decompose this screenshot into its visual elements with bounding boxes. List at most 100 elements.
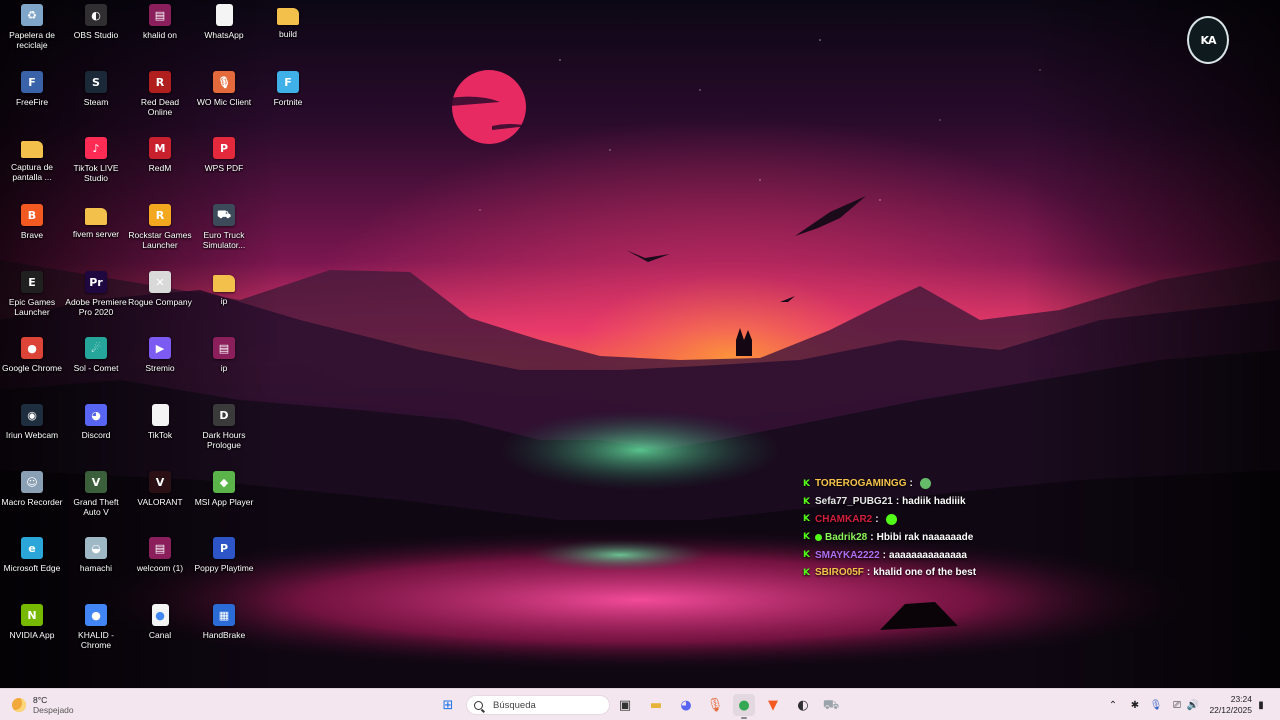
ets-icon: ⛟ bbox=[213, 204, 235, 226]
desktop-icon[interactable]: V Grand Theft Auto V bbox=[64, 467, 128, 529]
chrome-taskbar-button[interactable]: ● bbox=[733, 694, 755, 719]
desktop-icon-label: WPS PDF bbox=[204, 163, 244, 173]
desktop-icon[interactable]: P Poppy Playtime bbox=[192, 533, 256, 595]
chat-username: TOREROGAMINGG bbox=[815, 478, 907, 490]
network-icon[interactable]: ⎚ bbox=[1170, 694, 1184, 716]
desktop-icon[interactable]: ♪ TikTok LIVE Studio bbox=[64, 133, 128, 195]
volume-icon[interactable]: 🔊 bbox=[1186, 694, 1200, 716]
clock-date: 22/12/2025 bbox=[1209, 705, 1252, 715]
desktop-icon[interactable]: N NVIDIA App bbox=[0, 600, 64, 662]
start-button[interactable]: ⊞ bbox=[437, 694, 459, 716]
handbrake-icon: ▦ bbox=[213, 604, 235, 626]
winrar-icon: ▤ bbox=[213, 337, 235, 359]
chat-separator: : bbox=[895, 496, 900, 508]
desktop-icon-label: OBS Studio bbox=[73, 30, 119, 40]
discord-taskbar-button[interactable]: ◕ bbox=[675, 694, 697, 716]
desktop-icon[interactable]: e Microsoft Edge bbox=[0, 533, 64, 595]
notification-icon[interactable]: ▮ bbox=[1255, 694, 1267, 716]
desktop-icon[interactable]: V VALORANT bbox=[128, 467, 192, 529]
desktop-icon[interactable]: ◉ Iriun Webcam bbox=[0, 400, 64, 462]
desktop-icon[interactable]: R Red Dead Online bbox=[128, 67, 192, 129]
desktop-icon[interactable]: build bbox=[256, 0, 320, 62]
desktop-icon[interactable]: ▤ ip bbox=[192, 333, 256, 395]
mic-icon: 🎙 bbox=[213, 71, 235, 93]
desktop-icon[interactable]: 🎙 WO Mic Client bbox=[192, 67, 256, 129]
desktop-icon[interactable]: ◒ hamachi bbox=[64, 533, 128, 595]
chrome-icon: ● bbox=[21, 337, 43, 359]
file-explorer-button[interactable]: ▬ bbox=[645, 694, 667, 716]
task-view-button[interactable]: ▣ bbox=[614, 694, 636, 716]
desktop-icon[interactable]: ● Google Chrome bbox=[0, 333, 64, 395]
desktop-icon[interactable]: Pr Adobe Premiere Pro 2020 bbox=[64, 267, 128, 329]
desktop-icon-label: ip bbox=[220, 296, 228, 306]
search-input[interactable] bbox=[491, 698, 605, 712]
desktop-icon-label: Brave bbox=[20, 230, 44, 240]
ets-taskbar-icon: ⛟ bbox=[822, 697, 840, 713]
desktop-icon[interactable]: ● KHALID - Chrome bbox=[64, 600, 128, 662]
desktop-icon[interactable]: D Dark Hours Prologue bbox=[192, 400, 256, 462]
desktop-icon[interactable]: ◐ OBS Studio bbox=[64, 0, 128, 62]
file-icon bbox=[151, 404, 169, 426]
desktop-icon-label: Discord bbox=[81, 430, 111, 440]
desktop-icon[interactable]: F Fortnite bbox=[256, 67, 320, 129]
weather-temperature: 8°C bbox=[33, 695, 48, 705]
taskbar-search[interactable] bbox=[466, 695, 610, 715]
wps-pdf-icon: P bbox=[213, 137, 235, 159]
desktop-icon[interactable]: M RedM bbox=[128, 133, 192, 195]
desktop-icon-label: Dark Hours Prologue bbox=[202, 430, 246, 450]
premiere-icon: Pr bbox=[85, 271, 107, 293]
poppy-icon: P bbox=[213, 537, 235, 559]
desktop-icon[interactable]: ▶ Stremio bbox=[128, 333, 192, 395]
fortnite-icon: F bbox=[277, 71, 299, 93]
chat-username: CHAMKAR2 bbox=[815, 513, 873, 525]
desktop-icon[interactable]: F FreeFire bbox=[0, 67, 64, 129]
desktop-icon-label: build bbox=[279, 29, 297, 39]
obs-taskbar-button[interactable]: ◐ bbox=[792, 694, 814, 716]
ets-taskbar-button[interactable]: ⛟ bbox=[820, 694, 842, 716]
wo-mic-taskbar-button[interactable]: 🎙 bbox=[704, 694, 726, 716]
desktop-icon[interactable]: ◆ MSI App Player bbox=[192, 467, 256, 529]
desktop-icon[interactable]: S Steam bbox=[64, 67, 128, 129]
desktop-icon-label: HandBrake bbox=[202, 630, 246, 640]
desktop-icon[interactable]: ⛟ Euro Truck Simulator... bbox=[192, 200, 256, 262]
desktop-icon[interactable]: ▤ khalid on bbox=[128, 0, 192, 62]
desktop-icon[interactable]: fivem server bbox=[64, 200, 128, 262]
desktop-icon[interactable]: R Rockstar Games Launcher bbox=[128, 200, 192, 262]
brave-taskbar-button[interactable]: ▼ bbox=[762, 694, 784, 716]
chat-text: aaaaaaaaaaaaaa bbox=[889, 549, 967, 561]
desktop-icon[interactable]: ◕ Discord bbox=[64, 400, 128, 462]
desktop-icon[interactable]: E Epic Games Launcher bbox=[0, 267, 64, 329]
chat-message: K Badrik28: Hbibi rak naaaaaade bbox=[803, 528, 1043, 546]
folder-icon bbox=[213, 275, 235, 292]
desktop-icon-label: Google Chrome bbox=[1, 363, 62, 373]
desktop-icon[interactable]: ● Canal bbox=[128, 600, 192, 662]
desktop-icon[interactable]: ▦ HandBrake bbox=[192, 600, 256, 662]
chat-separator: : bbox=[870, 531, 874, 543]
taskbar-clock[interactable]: 23:24 22/12/2025 bbox=[1206, 694, 1252, 716]
chat-emote-icon bbox=[919, 478, 931, 490]
desktop-icon[interactable]: TikTok bbox=[128, 400, 192, 462]
desktop-icon[interactable]: Captura de pantalla ... bbox=[0, 133, 64, 195]
desktop-icon[interactable]: ♻ Papelera de reciclaje bbox=[0, 0, 64, 62]
winrar-icon: ▤ bbox=[149, 537, 171, 559]
desktop-icon[interactable]: ☄ Sol - Comet bbox=[64, 333, 128, 395]
show-hidden-icons-chevron-icon[interactable]: ⌃ bbox=[1106, 694, 1120, 716]
tray-settings-icon[interactable]: ✱ bbox=[1128, 694, 1142, 716]
chat-emote-icon bbox=[885, 513, 897, 525]
desktop-icon[interactable]: P WPS PDF bbox=[192, 133, 256, 195]
desktop-icon[interactable]: ✕ Rogue Company bbox=[128, 267, 192, 329]
chat-separator: : bbox=[909, 478, 913, 490]
desktop-icon-label: Poppy Playtime bbox=[194, 563, 254, 573]
file-explorer-icon: ▬ bbox=[649, 697, 663, 713]
hamachi-icon: ◒ bbox=[85, 537, 107, 559]
desktop-icon[interactable]: ☺ Macro Recorder bbox=[0, 467, 64, 529]
stream-chat-overlay: K TOREROGAMINGG: K Sefa77_PUBG21: hadiik had… bbox=[803, 475, 1043, 582]
desktop-icon-label: welcoom (1) bbox=[136, 563, 184, 573]
desktop-icon[interactable]: B Brave bbox=[0, 200, 64, 262]
desktop-icon[interactable]: ip bbox=[192, 267, 256, 329]
desktop-icon[interactable]: WhatsApp bbox=[192, 0, 256, 62]
weather-widget[interactable]: 8°C Despejado bbox=[12, 694, 74, 716]
desktop-icon[interactable]: ▤ welcoom (1) bbox=[128, 533, 192, 595]
tray-mic-icon[interactable]: 🎙 bbox=[1149, 694, 1163, 716]
winrar-icon: ▤ bbox=[149, 4, 171, 26]
